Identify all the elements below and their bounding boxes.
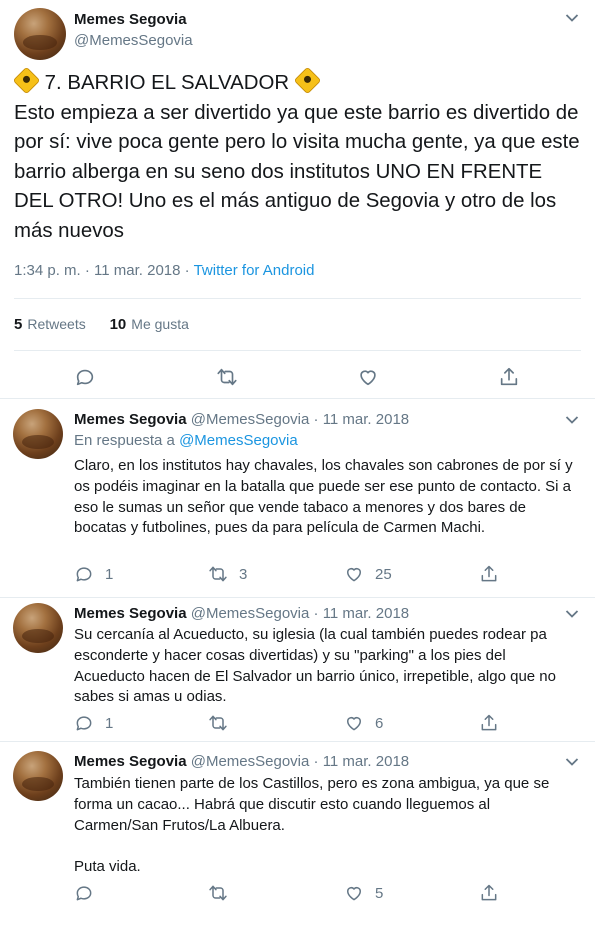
like-button[interactable]: 5	[344, 883, 383, 903]
in-reply-label: En respuesta a	[74, 432, 175, 449]
avatar[interactable]	[13, 409, 63, 459]
retweet-button[interactable]: 3	[208, 564, 247, 584]
action-bar: 1 3 25	[74, 564, 514, 586]
action-bar: 1 6	[74, 713, 514, 735]
author-handle[interactable]: @MemesSegovia	[191, 411, 310, 428]
reply-tweet[interactable]: Memes Segovia @MemesSegovia · 11 mar. 20…	[0, 399, 595, 597]
tweet-paragraph: Puta vida.	[74, 858, 141, 876]
tweet-text: 7. BARRIO EL SALVADOR Esto empieza a ser…	[12, 66, 582, 247]
reply-header: Memes Segovia @MemesSegovia · 11 mar. 20…	[74, 753, 410, 770]
likes-stat[interactable]: 10 Me gusta	[110, 316, 189, 333]
chevron-down-icon[interactable]	[565, 13, 579, 23]
mention-link[interactable]: @MemesSegovia	[179, 432, 298, 449]
share-icon	[481, 714, 497, 731]
retweet-icon	[209, 566, 227, 582]
like-icon	[347, 887, 361, 901]
reply-icon	[76, 716, 92, 731]
tweet-title: 7. BARRIO EL SALVADOR	[44, 72, 290, 94]
retweet-icon[interactable]	[216, 366, 238, 388]
tweet-paragraph: También tienen parte de los Castillos, p…	[74, 775, 550, 834]
reply-button[interactable]	[74, 883, 105, 903]
like-icon	[347, 717, 361, 731]
reply-header: Memes Segovia @MemesSegovia · 11 mar. 20…	[74, 411, 410, 428]
meta-separator: ·	[84, 262, 90, 279]
avatar[interactable]	[13, 603, 63, 653]
like-count: 25	[375, 565, 392, 583]
like-count: 6	[375, 714, 384, 732]
in-reply-to: En respuesta a @MemesSegovia	[74, 432, 298, 449]
retweet-button[interactable]	[208, 713, 239, 733]
like-button[interactable]: 6	[344, 713, 383, 733]
meta-separator: ·	[184, 262, 190, 279]
tweet-time[interactable]: 1:34 p. m.	[14, 262, 81, 279]
reply-tweet[interactable]: Memes Segovia @MemesSegovia · 11 mar. 20…	[0, 593, 595, 741]
tweet-stats: 5 Retweets 10 Me gusta	[14, 316, 209, 333]
share-icon	[481, 565, 497, 582]
author-name[interactable]: Memes Segovia	[74, 11, 187, 28]
likes-label: Me gusta	[131, 316, 189, 332]
avatar[interactable]	[13, 751, 63, 801]
reply-icon	[76, 886, 92, 901]
share-button[interactable]	[479, 883, 510, 903]
author-handle[interactable]: @MemesSegovia	[191, 753, 310, 770]
share-button[interactable]	[479, 564, 510, 584]
warning-sign-emoji	[12, 66, 41, 95]
retweet-icon	[209, 715, 227, 731]
like-count: 5	[375, 884, 384, 902]
tweet-date[interactable]: 11 mar. 2018	[323, 411, 409, 428]
warning-sign-emoji	[293, 66, 322, 95]
author-handle[interactable]: @MemesSegovia	[191, 605, 310, 622]
retweet-icon	[209, 885, 227, 901]
reply-icon	[76, 567, 92, 582]
reply-icon[interactable]	[74, 366, 96, 388]
reply-button[interactable]: 1	[74, 564, 113, 584]
chevron-down-icon[interactable]	[565, 415, 579, 425]
tweet-date[interactable]: 11 mar. 2018	[323, 605, 409, 622]
tweet-text: Claro, en los institutos hay chavales, l…	[74, 457, 573, 537]
reply-count: 1	[105, 714, 114, 732]
like-icon[interactable]	[357, 366, 379, 388]
tweet-text: Su cercanía al Acueducto, su iglesia (la…	[74, 626, 556, 706]
author-name[interactable]: Memes Segovia	[74, 411, 187, 428]
author-name[interactable]: Memes Segovia	[74, 753, 187, 770]
retweet-count: 3	[239, 565, 248, 583]
reply-button[interactable]: 1	[74, 713, 113, 733]
chevron-down-icon[interactable]	[565, 757, 579, 767]
retweets-label: Retweets	[27, 316, 86, 332]
like-icon	[347, 568, 361, 582]
retweet-button[interactable]	[208, 883, 239, 903]
tweet-date[interactable]: 11 mar. 2018	[94, 262, 180, 279]
author-handle[interactable]: @MemesSegovia	[74, 32, 193, 49]
reply-tweet[interactable]: Memes Segovia @MemesSegovia · 11 mar. 20…	[0, 741, 595, 916]
retweets-stat[interactable]: 5 Retweets	[14, 316, 86, 333]
chevron-down-icon[interactable]	[565, 609, 579, 619]
tweet-source[interactable]: Twitter for Android	[194, 262, 315, 279]
action-bar: 5	[74, 883, 514, 905]
likes-count: 10	[109, 316, 127, 333]
divider	[14, 298, 581, 299]
author-name[interactable]: Memes Segovia	[74, 605, 187, 622]
retweets-count: 5	[14, 316, 23, 333]
like-button[interactable]: 25	[344, 564, 392, 584]
tweet-date[interactable]: 11 mar. 2018	[323, 753, 409, 770]
avatar[interactable]	[14, 8, 66, 60]
divider	[14, 350, 581, 351]
reply-header: Memes Segovia @MemesSegovia · 11 mar. 20…	[74, 605, 410, 622]
share-button[interactable]	[479, 713, 510, 733]
reply-count: 1	[105, 565, 114, 583]
tweet-meta: 1:34 p. m. · 11 mar. 2018 · Twitter for …	[14, 262, 314, 279]
tweet-body: Esto empieza a ser divertido ya que este…	[14, 101, 580, 242]
tweet-text: También tienen parte de los Castillos, p…	[74, 774, 574, 878]
share-icon[interactable]	[498, 366, 520, 388]
share-icon	[481, 884, 497, 901]
